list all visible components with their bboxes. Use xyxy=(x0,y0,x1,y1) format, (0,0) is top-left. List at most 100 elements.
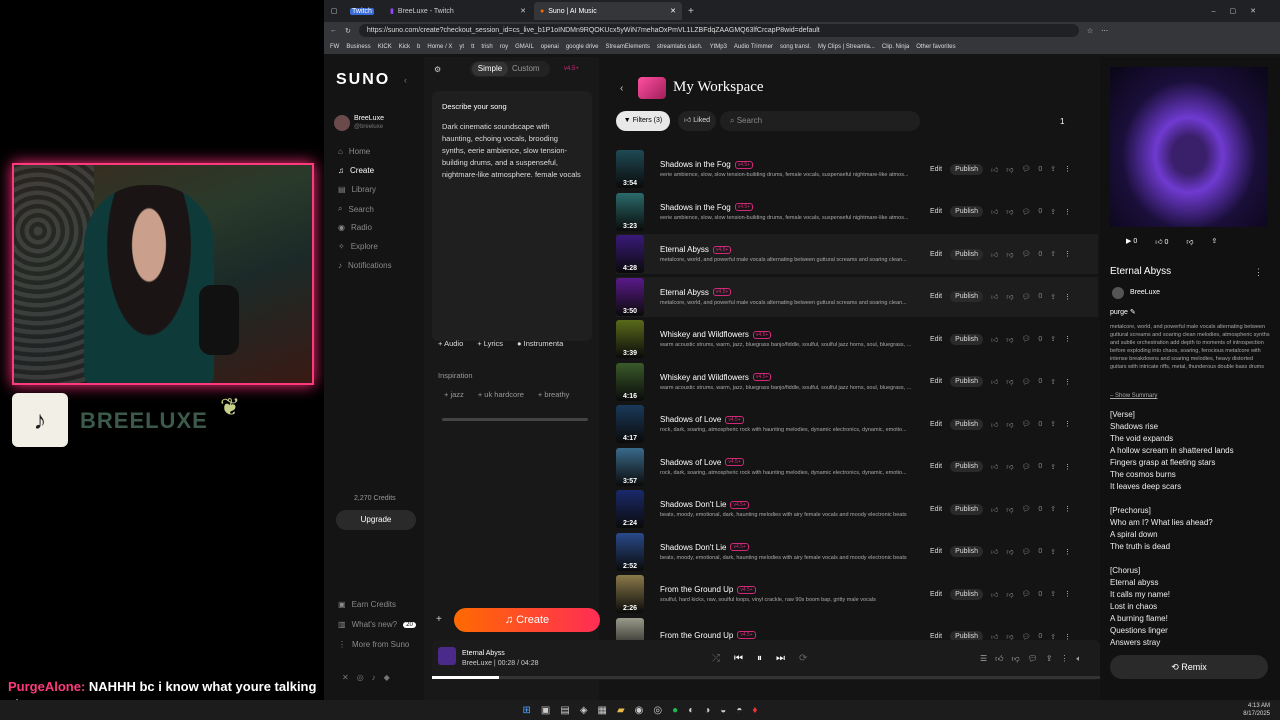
publish-button[interactable]: Publish xyxy=(950,546,984,557)
more-icon[interactable]: ⋮ xyxy=(1064,208,1071,216)
song-row[interactable]: 2:24 Shadows Don't Lie v4.5+ beats, moody… xyxy=(616,489,1098,529)
dislike-icon[interactable]: 👎︎ xyxy=(1006,505,1013,514)
share-icon[interactable]: ⇪ xyxy=(1050,250,1056,258)
more-icon[interactable]: ⋮ xyxy=(1064,335,1071,343)
dislike-icon[interactable]: 👎︎ xyxy=(1006,462,1013,471)
song-title[interactable]: Whiskey and Wildflowers xyxy=(660,373,749,382)
song-title[interactable]: Shadows of Love xyxy=(660,415,721,424)
bookmark-item[interactable]: b xyxy=(417,44,420,50)
song-row[interactable]: 4:28 Eternal Abyss v4.5+ metalcore, world… xyxy=(616,234,1098,274)
artist-avatar[interactable] xyxy=(1112,287,1124,299)
more-icon[interactable]: ⋮ xyxy=(1064,378,1071,386)
song-row[interactable]: 4:17 Shadows of Love v4.5+ rock, dark, so… xyxy=(616,404,1098,444)
song-thumbnail[interactable]: 4:16 xyxy=(616,362,644,401)
like-icon[interactable]: 👍︎ xyxy=(991,590,998,599)
like-icon[interactable]: 👍︎ xyxy=(991,547,998,556)
song-row[interactable]: 3:50 Eternal Abyss v4.5+ metalcore, world… xyxy=(616,276,1098,317)
publish-button[interactable]: Publish xyxy=(950,163,984,175)
song-title[interactable]: Shadows in the Fog xyxy=(660,160,731,169)
song-title[interactable]: Whiskey and Wildflowers xyxy=(660,330,749,339)
describe-text[interactable]: Dark cinematic soundscape with haunting,… xyxy=(442,121,582,181)
tab-twitch-pinned[interactable]: Twitch xyxy=(344,2,382,20)
bookmark-item[interactable]: yt xyxy=(459,44,464,50)
song-title[interactable]: Shadows of Love xyxy=(660,458,721,467)
publish-button[interactable]: Publish xyxy=(950,206,984,217)
system-clock[interactable]: 4:13 AM 8/17/2025 xyxy=(1243,702,1270,718)
close-tab-icon[interactable]: ✕ xyxy=(670,7,676,15)
settings-icon[interactable]: ⚙ xyxy=(434,65,441,74)
add-lyrics-button[interactable]: + Lyrics xyxy=(477,339,503,348)
dislike-icon[interactable]: 👎︎ xyxy=(1006,292,1013,301)
taskbar-app-icon[interactable]: ◈ xyxy=(580,705,588,716)
publish-button[interactable]: Publish xyxy=(950,291,984,302)
publish-button[interactable]: Publish xyxy=(950,588,984,600)
comment-icon[interactable]: 💬︎ xyxy=(1021,208,1030,216)
dislike-icon[interactable]: 👎︎ xyxy=(1006,377,1013,386)
more-icon[interactable]: ⋮ xyxy=(1064,250,1071,258)
share-icon[interactable]: ⇪ xyxy=(1050,208,1056,216)
edit-button[interactable]: Edit xyxy=(930,208,942,215)
like-icon[interactable]: 👍︎ xyxy=(995,654,1003,664)
song-thumbnail[interactable]: 3:39 xyxy=(616,320,644,358)
comment-icon[interactable]: 💬︎ xyxy=(1021,420,1030,428)
repeat-icon[interactable]: ⟳ xyxy=(799,653,807,664)
song-row[interactable]: 3:57 Shadows of Love v4.5+ rock, dark, so… xyxy=(616,447,1098,487)
bookmark-item[interactable]: openai xyxy=(541,44,559,50)
liked-button[interactable]: 👍︎ Liked xyxy=(678,111,716,131)
publish-button[interactable]: Publish xyxy=(950,376,984,387)
tab-suno[interactable]: ● Suno | AI Music ✕ xyxy=(534,2,682,20)
comment-icon[interactable]: 💬︎ xyxy=(1028,654,1038,664)
taskbar-app-icon[interactable]: ▣ xyxy=(541,705,550,716)
song-thumbnail[interactable]: 3:23 xyxy=(616,192,644,231)
song-row[interactable]: 3:54 Shadows in the Fog v4.5+ eerie ambie… xyxy=(616,149,1098,189)
publish-button[interactable]: Publish xyxy=(950,418,984,430)
edit-button[interactable]: Edit xyxy=(930,633,942,640)
share-icon[interactable]: ⇪ xyxy=(1046,654,1053,664)
edit-button[interactable]: Edit xyxy=(930,336,942,343)
mode-simple[interactable]: Simple xyxy=(472,62,508,76)
more-icon[interactable]: ⋮ xyxy=(1064,463,1071,471)
song-row[interactable]: 4:16 Whiskey and Wildflowers v4.5+ warm a… xyxy=(616,362,1098,402)
share-icon[interactable]: ⇪ xyxy=(1050,505,1056,513)
share-icon[interactable]: ⇪ xyxy=(1212,237,1218,246)
page-number[interactable]: 1 xyxy=(1060,117,1064,126)
remix-button[interactable]: ⟲ Remix xyxy=(1110,655,1268,679)
bookmark-item[interactable]: Other favorites xyxy=(916,44,955,50)
dislike-icon[interactable]: 👎︎ xyxy=(1006,590,1013,599)
dislike-icon[interactable]: 👎︎ xyxy=(1006,250,1013,259)
dislike-icon[interactable]: 👎︎ xyxy=(1006,165,1013,174)
bookmark-item[interactable]: KICK xyxy=(378,44,392,50)
dislike-icon[interactable]: 👎︎ xyxy=(1186,237,1193,246)
folder-icon[interactable]: ▰ xyxy=(617,705,625,716)
bookmark-item[interactable]: tt xyxy=(471,44,474,50)
tags-scrollbar[interactable] xyxy=(442,418,588,421)
song-title[interactable]: Eternal Abyss xyxy=(660,245,709,254)
suno-logo[interactable]: SUNO xyxy=(336,71,390,89)
next-icon[interactable]: ⏭ xyxy=(776,653,785,664)
edit-button[interactable]: Edit xyxy=(930,293,942,300)
share-icon[interactable]: ⇪ xyxy=(1050,590,1056,598)
bookmark-item[interactable]: Clip. Ninja xyxy=(882,44,909,50)
instrumental-toggle[interactable]: ● Instrumenta xyxy=(517,339,563,348)
bookmark-item[interactable]: FW xyxy=(330,44,339,50)
more-icon[interactable]: ⋮ xyxy=(1064,505,1071,513)
more-from-suno[interactable]: ⋮ More from Suno xyxy=(338,640,409,649)
like-icon[interactable]: 👍︎ xyxy=(991,505,998,514)
dislike-icon[interactable]: 👎︎ xyxy=(1006,547,1013,556)
like-icon[interactable]: 👍︎ xyxy=(991,207,998,216)
tag-chip[interactable]: + breathy xyxy=(538,390,570,399)
edit-button[interactable]: Edit xyxy=(930,548,942,555)
comment-icon[interactable]: 💬︎ xyxy=(1021,250,1030,258)
nav-home[interactable]: ⌂ Home xyxy=(338,147,370,156)
upgrade-button[interactable]: Upgrade xyxy=(336,510,416,530)
earn-credits[interactable]: ▣ Earn Credits xyxy=(338,600,396,609)
taskbar-app-icon[interactable]: ▦ xyxy=(598,705,607,716)
detail-tag[interactable]: purge ✎ xyxy=(1110,308,1136,316)
bookmark-item[interactable]: GMAIL xyxy=(515,44,534,50)
bookmark-item[interactable]: YtMp3 xyxy=(710,44,727,50)
edit-button[interactable]: Edit xyxy=(930,421,942,428)
more-icon[interactable]: ⋮ xyxy=(1254,267,1263,278)
taskbar-app-icon[interactable]: ♦ xyxy=(752,705,757,716)
edit-button[interactable]: Edit xyxy=(930,251,942,258)
comment-icon[interactable]: 💬︎ xyxy=(1021,463,1030,471)
